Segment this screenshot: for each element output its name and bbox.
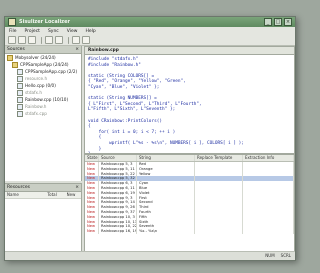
sources-title: Sources — [7, 47, 25, 52]
tree-item-label: Mobysolver (24/24) — [15, 55, 56, 60]
sources-header: Sources × — [5, 46, 81, 54]
menu-view[interactable]: View — [67, 29, 78, 34]
app-window: Sisulizer Localizer _ □ × File Project S… — [4, 16, 296, 261]
tree-item-label: resource.h — [25, 76, 48, 81]
tree-item[interactable]: resource.h — [5, 75, 81, 82]
tree-item[interactable]: CPPSampleApp (24/24) — [5, 61, 81, 68]
tree-item-label: Rainbow.h — [25, 104, 47, 109]
resources-title: Resources — [7, 185, 30, 190]
left-panels: Sources × Mobysolver (24/24) CPPSampleApp… — [5, 46, 82, 252]
status-bar: NUM SCRL — [5, 251, 295, 260]
cell-extraction-info — [243, 229, 294, 234]
folder-icon — [7, 54, 13, 61]
grid-header: State Source String Replace Template Ext… — [85, 155, 294, 162]
find-icon[interactable] — [72, 36, 80, 44]
tree-item[interactable]: stdafx.cpp — [5, 110, 81, 117]
maximize-icon[interactable]: □ — [274, 18, 282, 26]
scan-icon[interactable] — [45, 36, 53, 44]
tree-item-label: Hello.cpp (0/0) — [25, 83, 56, 88]
editor-tab[interactable]: Rainbow.cpp — [85, 47, 294, 55]
main-area: Rainbow.cpp #include "stdafx.h" #include… — [84, 46, 295, 252]
status-scroll: SCRL — [280, 253, 291, 258]
column-new[interactable]: New — [65, 192, 81, 198]
column-extraction-info[interactable]: Extraction Info — [243, 155, 294, 161]
grid-body: New Rainbow.cpp 5, 3 Red New Rainbow.cpp 5, … — [85, 162, 294, 234]
source-editor: Rainbow.cpp #include "stdafx.h" #include… — [84, 46, 295, 154]
workspace: Sources × Mobysolver (24/24) CPPSampleApp… — [5, 46, 295, 252]
title-bar[interactable]: Sisulizer Localizer _ □ × — [5, 17, 295, 27]
file-icon — [17, 110, 23, 117]
column-state[interactable]: State — [85, 155, 99, 161]
resources-header: Resources × — [5, 184, 81, 192]
tree-item-label: CPPSampleApp (24/24) — [20, 62, 69, 67]
build-icon[interactable] — [55, 36, 63, 44]
cell-state: New — [85, 229, 99, 234]
table-row[interactable]: New Rainbow.cpp 16, 19 %s - %s\n — [85, 229, 294, 234]
column-replace-template[interactable]: Replace Template — [195, 155, 243, 161]
close-icon[interactable]: × — [284, 18, 292, 26]
menu-file[interactable]: File — [9, 29, 17, 34]
app-icon — [8, 18, 16, 26]
status-num: NUM — [265, 253, 275, 258]
toolbar-divider — [41, 36, 42, 44]
minimize-icon[interactable]: _ — [264, 18, 272, 26]
file-icon — [17, 103, 23, 110]
tree-item-label: Rainbow.cpp (10/10) — [25, 97, 69, 102]
strings-grid: State Source String Replace Template Ext… — [84, 154, 295, 252]
close-panel-icon[interactable]: × — [75, 46, 79, 53]
tree-item[interactable]: CPPSampleApp.cpp (2/2) — [5, 68, 81, 75]
tree-item[interactable]: Mobysolver (24/24) — [5, 54, 81, 61]
window-title: Sisulizer Localizer — [19, 19, 70, 25]
tree-item[interactable]: Rainbow.h — [5, 103, 81, 110]
tree-item-label: CPPSampleApp.cpp (2/2) — [25, 69, 78, 74]
toolbar — [5, 35, 295, 46]
menu-help[interactable]: Help — [85, 29, 95, 34]
save-icon[interactable] — [28, 36, 36, 44]
resources-columns: Name Total New — [5, 192, 81, 199]
file-icon — [17, 68, 23, 75]
cell-string: %s - %s\n — [137, 229, 195, 234]
toolbar-divider — [68, 36, 69, 44]
menu-sync[interactable]: Sync — [48, 29, 59, 34]
cell-replace-template — [195, 229, 243, 234]
menu-bar: File Project Sync View Help — [5, 27, 295, 35]
resources-panel: Resources × Name Total New — [5, 183, 82, 252]
column-name[interactable]: Name — [5, 192, 45, 198]
source-code[interactable]: #include "stdafx.h" #include "Rainbow.h"… — [85, 55, 294, 153]
tree-item[interactable]: stdafx.h — [5, 89, 81, 96]
tree-item-label: stdafx.h — [25, 90, 42, 95]
tree-item[interactable]: Hello.cpp (0/0) — [5, 82, 81, 89]
file-icon — [17, 75, 23, 82]
file-icon — [17, 96, 23, 103]
column-total[interactable]: Total — [45, 192, 64, 198]
folder-icon — [12, 61, 18, 68]
settings-icon[interactable] — [82, 36, 90, 44]
close-panel-icon[interactable]: × — [75, 184, 79, 191]
tree-item-label: stdafx.cpp — [25, 111, 47, 116]
source-tree: Mobysolver (24/24) CPPSampleApp (24/24) CP… — [5, 54, 81, 117]
open-icon[interactable] — [18, 36, 26, 44]
sources-panel: Sources × Mobysolver (24/24) CPPSampleApp… — [5, 46, 82, 181]
column-string[interactable]: String — [137, 155, 195, 161]
new-icon[interactable] — [8, 36, 16, 44]
file-icon — [17, 89, 23, 96]
menu-project[interactable]: Project — [25, 29, 40, 34]
tree-item[interactable]: Rainbow.cpp (10/10) — [5, 96, 81, 103]
cell-source: Rainbow.cpp 16, 19 — [101, 229, 137, 234]
file-icon — [17, 82, 23, 89]
column-source[interactable]: Source — [99, 155, 137, 161]
